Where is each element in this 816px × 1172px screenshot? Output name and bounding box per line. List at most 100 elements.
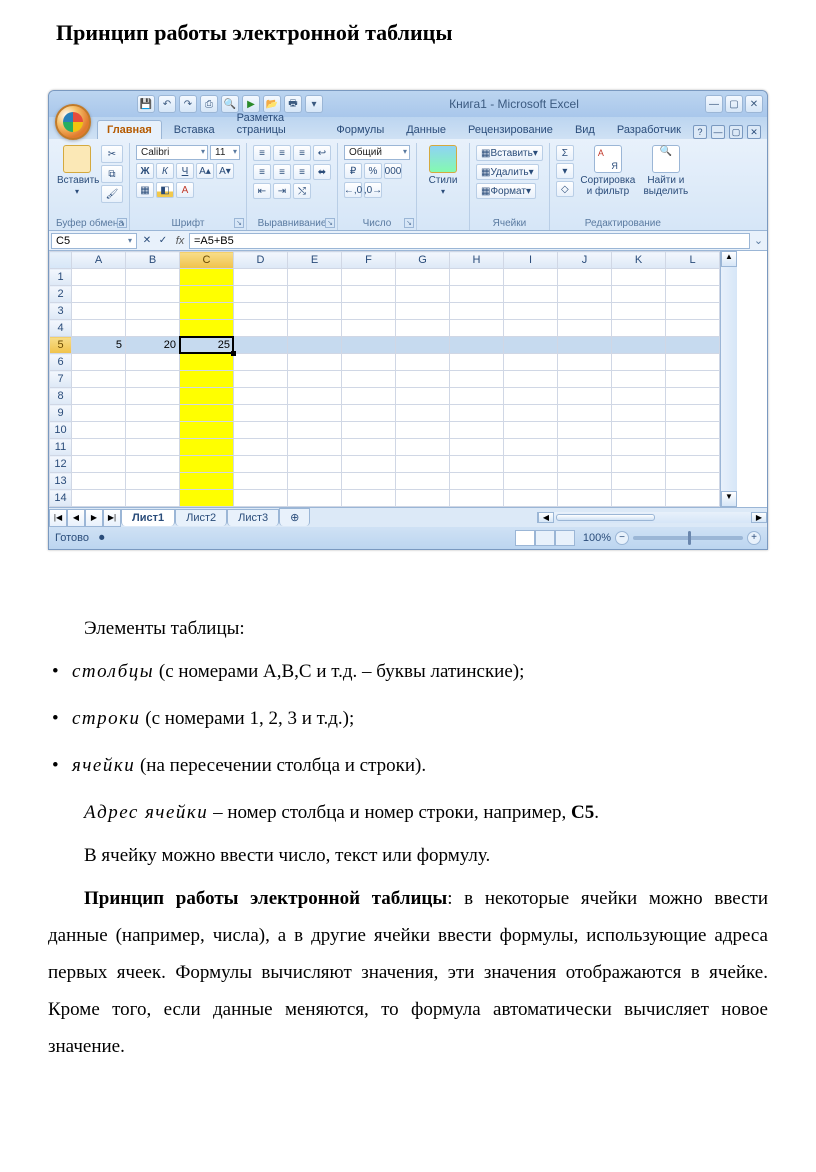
qat-print-icon[interactable]: ⎙ [200,95,218,113]
cell-F1[interactable] [342,269,396,286]
tab-данные[interactable]: Данные [396,120,456,139]
find-select-button[interactable]: 🔍 Найти и выделить [642,145,690,197]
cell-H13[interactable] [450,473,504,490]
sheet-tab-Лист2[interactable]: Лист2 [175,509,227,526]
cell-H12[interactable] [450,456,504,473]
cell-L9[interactable] [666,405,720,422]
row-header-10[interactable]: 10 [50,422,72,439]
row-header-5[interactable]: 5 [50,337,72,354]
office-button[interactable] [55,104,91,140]
select-all-button[interactable] [50,252,72,269]
tab-главная[interactable]: Главная [97,120,162,139]
column-header-F[interactable]: F [342,252,396,269]
cell-B9[interactable] [126,405,180,422]
cell-F12[interactable] [342,456,396,473]
name-box[interactable]: C5▾ [51,233,137,249]
cell-G6[interactable] [396,354,450,371]
row-header-3[interactable]: 3 [50,303,72,320]
doc-close-button[interactable]: ✕ [747,125,761,139]
cell-A10[interactable] [72,422,126,439]
tab-вид[interactable]: Вид [565,120,605,139]
cell-I10[interactable] [504,422,558,439]
cell-G11[interactable] [396,439,450,456]
cell-J13[interactable] [558,473,612,490]
cell-F10[interactable] [342,422,396,439]
column-header-J[interactable]: J [558,252,612,269]
cell-K6[interactable] [612,354,666,371]
number-format-select[interactable]: Общий [344,145,410,160]
qat-redo-icon[interactable]: ↷ [179,95,197,113]
cell-L3[interactable] [666,303,720,320]
cell-C1[interactable] [180,269,234,286]
cell-J7[interactable] [558,371,612,388]
font-color-button[interactable]: A [176,182,194,198]
align-right-button[interactable]: ≡ [293,164,311,180]
cell-F4[interactable] [342,320,396,337]
indent-dec-button[interactable]: ⇤ [253,183,271,199]
cell-K11[interactable] [612,439,666,456]
cell-I5[interactable] [504,337,558,354]
cell-A5[interactable]: 5 [72,337,126,354]
cell-D6[interactable] [234,354,288,371]
cell-A12[interactable] [72,456,126,473]
cell-K1[interactable] [612,269,666,286]
cell-A8[interactable] [72,388,126,405]
view-layout-button[interactable] [535,530,555,546]
cell-I13[interactable] [504,473,558,490]
cell-I6[interactable] [504,354,558,371]
row-header-2[interactable]: 2 [50,286,72,303]
cell-B13[interactable] [126,473,180,490]
cell-C6[interactable] [180,354,234,371]
cell-K5[interactable] [612,337,666,354]
cell-J1[interactable] [558,269,612,286]
cell-G4[interactable] [396,320,450,337]
cell-G5[interactable] [396,337,450,354]
zoom-in-button[interactable]: + [747,531,761,545]
cell-K13[interactable] [612,473,666,490]
cell-L12[interactable] [666,456,720,473]
cell-D14[interactable] [234,490,288,507]
cell-J6[interactable] [558,354,612,371]
tab-вставка[interactable]: Вставка [164,120,225,139]
cell-F9[interactable] [342,405,396,422]
grow-font-button[interactable]: A▴ [196,163,214,179]
cell-E12[interactable] [288,456,342,473]
cell-B11[interactable] [126,439,180,456]
help-button[interactable]: ? [693,125,707,139]
format-cells-button[interactable]: ▦ Формат ▾ [476,183,536,199]
column-header-H[interactable]: H [450,252,504,269]
cell-F8[interactable] [342,388,396,405]
cell-L14[interactable] [666,490,720,507]
cell-B1[interactable] [126,269,180,286]
formula-input[interactable]: =A5+B5 [189,233,750,249]
zoom-slider[interactable] [633,536,743,540]
view-break-button[interactable] [555,530,575,546]
cell-B3[interactable] [126,303,180,320]
row-header-11[interactable]: 11 [50,439,72,456]
cell-F13[interactable] [342,473,396,490]
cell-A3[interactable] [72,303,126,320]
column-header-K[interactable]: K [612,252,666,269]
cell-C5[interactable]: 25 [180,337,234,354]
format-painter-button[interactable]: 🖌 [101,185,123,203]
scroll-down-icon[interactable]: ▼ [721,491,737,507]
cell-J9[interactable] [558,405,612,422]
wrap-button[interactable]: ↩ [313,145,331,161]
cell-D5[interactable] [234,337,288,354]
cell-J11[interactable] [558,439,612,456]
cell-C10[interactable] [180,422,234,439]
fill-color-button[interactable]: ◧ [156,182,174,198]
column-header-D[interactable]: D [234,252,288,269]
cell-A14[interactable] [72,490,126,507]
vertical-scrollbar[interactable]: ▲ ▼ [720,251,737,507]
tab-разработчик[interactable]: Разработчик [607,120,691,139]
cell-K2[interactable] [612,286,666,303]
cell-B14[interactable] [126,490,180,507]
merge-button[interactable]: ⬌ [313,164,331,180]
currency-button[interactable]: ₽ [344,163,362,179]
align-center-button[interactable]: ≡ [273,164,291,180]
scroll-left-icon[interactable]: ◀ [538,512,554,523]
qat-undo-icon[interactable]: ↶ [158,95,176,113]
column-header-I[interactable]: I [504,252,558,269]
cell-B2[interactable] [126,286,180,303]
